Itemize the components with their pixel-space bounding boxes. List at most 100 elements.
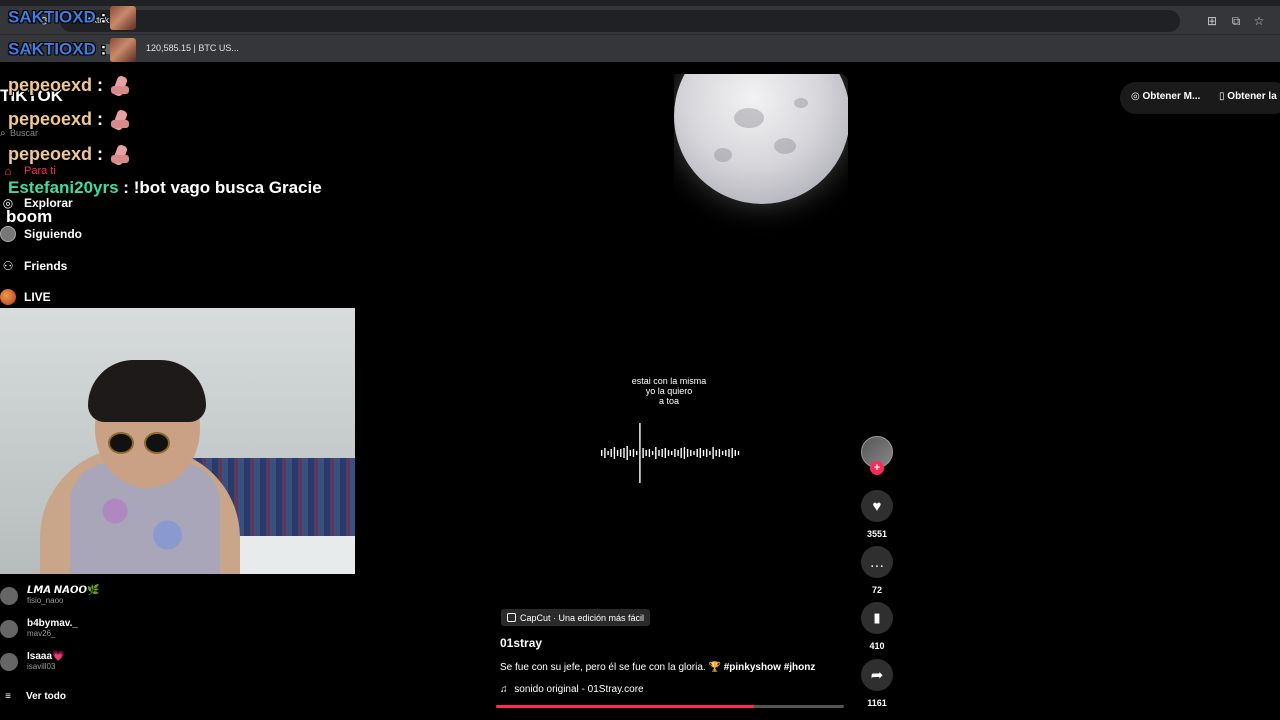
following-item[interactable]: Isaaa💗 isavill03 — [0, 651, 64, 672]
get-app-button-2[interactable]: ▯ Obtener la — [1219, 91, 1277, 102]
bookmark-btc[interactable]: 120,585.15 | BTC US... — [146, 43, 239, 53]
list-icon: ≡ — [5, 690, 11, 702]
chat-username: pepeoexd — [8, 74, 93, 95]
waveform-bar — [702, 450, 705, 456]
waveform-bar — [677, 450, 679, 456]
waveform-bar — [718, 449, 721, 457]
chat-username: pepeoexd — [8, 143, 93, 164]
waveform-bar — [645, 450, 647, 456]
chat-username: SAKTIOXD — [8, 39, 96, 59]
sound-label: sonido original - 01Stray.core — [514, 684, 644, 695]
chat-message-continued: boom — [6, 207, 52, 227]
waveform-bar — [737, 451, 740, 455]
waveform-bar — [674, 449, 676, 457]
waveform-bar — [671, 451, 673, 455]
install-app-icon[interactable]: ⧉ — [1229, 14, 1243, 28]
following-name: Isaaa💗 — [27, 651, 65, 662]
following-handle: isavill03 — [27, 662, 56, 671]
save-button[interactable]: ▮ — [861, 602, 893, 634]
chat-message: pepeoexd : — [8, 108, 135, 132]
chat-separator: : — [92, 143, 104, 164]
see-all-label: Ver todo — [26, 690, 67, 702]
nav-siguiendo[interactable]: Siguiendo — [0, 224, 82, 244]
video-lyrics: estai con la misma yo la quiero a toa — [596, 376, 742, 406]
waveform-bar — [661, 449, 663, 457]
waveform-bar — [699, 448, 701, 458]
avatar — [0, 586, 18, 605]
capcut-icon — [507, 613, 516, 622]
save-count: 410 — [869, 641, 885, 651]
capcut-badge[interactable]: CapCut · Una edición más fácil — [501, 609, 651, 626]
avatar — [0, 652, 18, 671]
translate-icon[interactable]: ⊞ — [1205, 14, 1219, 28]
chat-text: boom — [6, 207, 53, 226]
avatar — [0, 226, 16, 242]
webcam-person-hair — [88, 360, 206, 422]
get-app-button[interactable]: ◎ Obtener M... — [1131, 91, 1200, 102]
get-app-label: Obtener M... — [1142, 91, 1201, 102]
waveform-bar — [683, 447, 686, 459]
capcut-label: CapCut · Una edición más fácil — [520, 612, 645, 623]
waveform-bar — [651, 451, 654, 455]
waveform-bar — [690, 450, 692, 456]
bookmark-icon: ▮ — [873, 610, 881, 625]
waveform-bar — [734, 450, 736, 456]
following-name: 𝙇𝙈𝘼 𝙉𝘼𝙊𝙊🌿 — [27, 585, 100, 596]
chat-username: Estefani20yrs — [8, 178, 119, 197]
hand-emote-icon — [109, 74, 135, 98]
video-sound[interactable]: ♫ sonido original - 01Stray.core — [500, 684, 644, 695]
search-icon[interactable]: ⌕ — [0, 128, 6, 139]
waveform-bar — [639, 423, 641, 483]
following-item[interactable]: b4bymav._ mav26_ — [0, 618, 78, 639]
video-caption: Se fue con su jefe, pero él se fue con l… — [500, 662, 815, 673]
waveform-bar — [626, 446, 628, 460]
caption-text: Se fue con su jefe, pero él se fue con l… — [500, 662, 724, 673]
nav-live[interactable]: LIVE — [0, 287, 51, 307]
see-all-button[interactable]: ≡ Ver todo — [0, 686, 66, 706]
waveform-bar — [667, 450, 670, 456]
waveform-bar — [642, 448, 644, 458]
share-button[interactable]: ➦ — [861, 659, 893, 691]
caption-hashtags[interactable]: #pinkyshow #jhonz — [724, 662, 816, 673]
waveform-bar — [693, 451, 695, 455]
waveform-bar — [731, 448, 733, 458]
nav-label: Friends — [24, 259, 68, 273]
waveform-bar — [629, 450, 631, 456]
chat-username: pepeoexd — [8, 108, 93, 129]
avatar — [0, 619, 18, 638]
bookmark-star-icon[interactable]: ☆ — [1252, 14, 1266, 28]
video-author[interactable]: 01stray — [500, 636, 542, 650]
like-button[interactable]: ♥ — [861, 490, 893, 522]
moon-image — [674, 74, 848, 254]
waveform-bar — [658, 450, 660, 456]
comment-button[interactable]: … — [861, 546, 893, 578]
lyric-line: a toa — [658, 396, 680, 406]
following-handle: fisio_naoo — [27, 596, 64, 605]
phone-icon: ▯ — [1219, 91, 1225, 102]
browser-toolbar: tiktok.c ⟳ ⊞ ⧉ ☆ — [0, 6, 1280, 34]
waveform-bar — [725, 450, 727, 456]
video-progress-bar[interactable] — [496, 705, 844, 708]
chat-text: !bot vago busca Gracie — [128, 178, 322, 197]
app-icon: ◎ — [1131, 91, 1140, 102]
address-bar[interactable]: tiktok.c — [60, 10, 1180, 32]
waveform-bar — [696, 449, 698, 457]
follow-plus-icon[interactable]: + — [870, 461, 884, 475]
waveform-bar — [610, 449, 612, 457]
waveform-bar — [616, 450, 619, 456]
waveform-bar — [601, 450, 603, 456]
share-count: 1161 — [867, 698, 887, 708]
following-item[interactable]: 𝙇𝙈𝘼 𝙉𝘼𝙊𝙊🌿 fisio_naoo — [0, 585, 99, 606]
share-icon: ➦ — [870, 667, 884, 684]
waveform-bar — [613, 447, 616, 459]
sunglasses-icon — [108, 432, 190, 456]
waveform-bar — [623, 448, 625, 458]
get-app-label-2: Obtener la — [1227, 91, 1277, 102]
chat-separator: : — [118, 178, 129, 197]
hand-emote-icon — [109, 108, 135, 132]
chat-separator: : — [92, 108, 104, 129]
chat-separator: : — [95, 39, 107, 59]
nav-friends[interactable]: ⚇ Friends — [0, 256, 68, 276]
following-name: b4bymav._ — [27, 618, 78, 629]
nav-label: Siguiendo — [24, 227, 82, 241]
